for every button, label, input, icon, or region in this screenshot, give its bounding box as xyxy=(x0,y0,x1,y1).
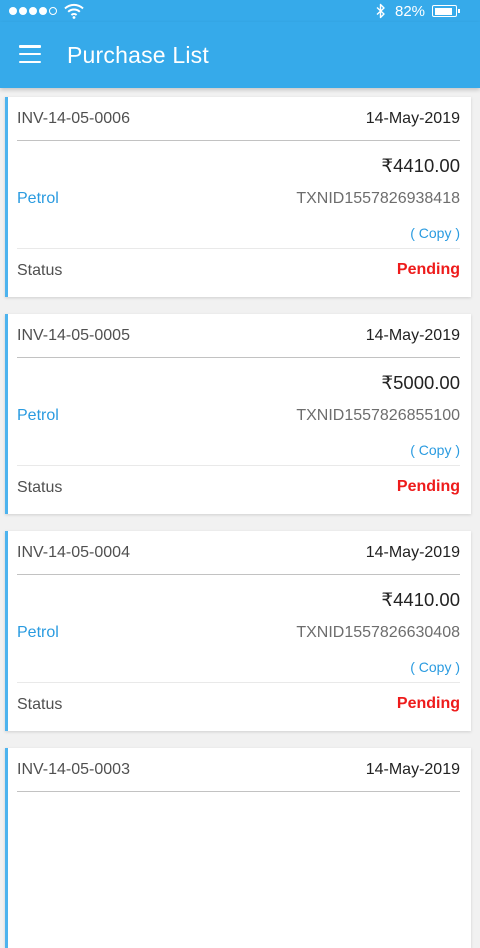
wifi-icon xyxy=(64,3,84,23)
status-label: Status xyxy=(17,696,63,713)
purchase-card[interactable]: INV-14-05-0006 14-May-2019 ₹4410.00 Petr… xyxy=(5,97,471,297)
hamburger-menu-icon[interactable] xyxy=(19,45,41,63)
status-label: Status xyxy=(17,479,63,496)
amount: ₹4410.00 xyxy=(381,155,460,176)
status-badge: Pending xyxy=(396,261,460,278)
status-label: Status xyxy=(17,262,63,279)
invoice-number: INV-14-05-0005 xyxy=(17,327,130,344)
copy-button[interactable]: ( Copy ) xyxy=(410,225,460,241)
purchase-card[interactable]: INV-14-05-0004 14-May-2019 ₹4410.00 Petr… xyxy=(5,531,471,731)
divider xyxy=(17,682,460,683)
bluetooth-icon xyxy=(376,3,386,23)
status-bar: 82% xyxy=(0,0,480,22)
divider xyxy=(17,248,460,249)
card-header: INV-14-05-0004 14-May-2019 xyxy=(17,531,460,575)
signal-icon xyxy=(9,7,57,15)
page-title: Purchase List xyxy=(67,42,209,68)
battery-icon xyxy=(432,5,460,17)
card-header: INV-14-05-0003 14-May-2019 xyxy=(17,748,460,792)
invoice-number: INV-14-05-0004 xyxy=(17,544,130,561)
category: Petrol xyxy=(17,190,59,207)
category: Petrol xyxy=(17,407,59,424)
transaction-id: TXNID1557826855100 xyxy=(296,407,460,424)
invoice-date: 14-May-2019 xyxy=(365,761,460,778)
invoice-date: 14-May-2019 xyxy=(365,327,460,344)
transaction-id: TXNID1557826938418 xyxy=(296,190,460,207)
invoice-number: INV-14-05-0006 xyxy=(17,110,130,127)
invoice-date: 14-May-2019 xyxy=(365,110,460,127)
amount: ₹5000.00 xyxy=(381,372,460,393)
battery-percent: 82% xyxy=(395,3,426,20)
divider xyxy=(17,465,460,466)
status-badge: Pending xyxy=(396,478,460,495)
copy-button[interactable]: ( Copy ) xyxy=(410,659,460,675)
invoice-number: INV-14-05-0003 xyxy=(17,761,130,778)
card-header: INV-14-05-0006 14-May-2019 xyxy=(17,97,460,141)
amount: ₹4410.00 xyxy=(381,589,460,610)
purchase-card[interactable]: INV-14-05-0005 14-May-2019 ₹5000.00 Petr… xyxy=(5,314,471,514)
status-badge: Pending xyxy=(396,695,460,712)
transaction-id: TXNID1557826630408 xyxy=(296,624,460,641)
purchase-card[interactable]: INV-14-05-0003 14-May-2019 xyxy=(5,748,471,948)
app-bar: Purchase List xyxy=(0,22,480,88)
copy-button[interactable]: ( Copy ) xyxy=(410,442,460,458)
card-header: INV-14-05-0005 14-May-2019 xyxy=(17,314,460,358)
category: Petrol xyxy=(17,624,59,641)
invoice-date: 14-May-2019 xyxy=(365,544,460,561)
